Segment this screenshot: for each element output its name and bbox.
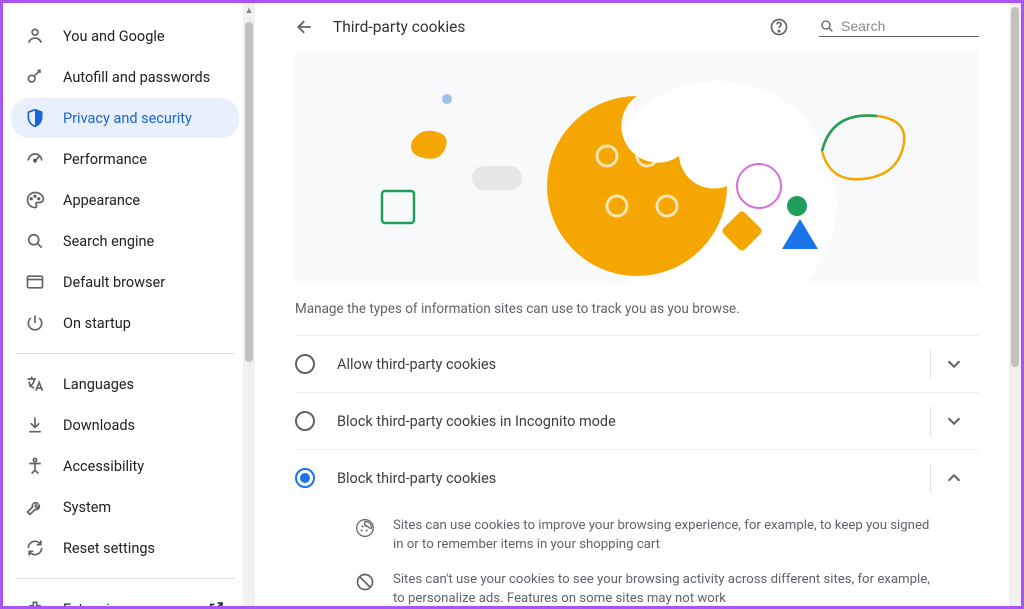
header: Third-party cookies: [295, 3, 979, 51]
sidebar-item-label: Search engine: [63, 233, 154, 250]
radio-allow[interactable]: [295, 354, 315, 374]
page-title: Third-party cookies: [333, 18, 465, 36]
sidebar-item-label: You and Google: [63, 28, 165, 45]
cookie-icon: [355, 518, 375, 538]
main-scrollbar[interactable]: [1009, 3, 1021, 606]
sidebar-item-label: Extensions: [63, 601, 134, 607]
speed-icon: [25, 149, 45, 169]
detail-item: Sites can use cookies to improve your br…: [355, 516, 939, 554]
sidebar-item-accessibility[interactable]: Accessibility: [11, 446, 239, 486]
sidebar-item-label: Downloads: [63, 417, 135, 434]
refresh-icon: [25, 538, 45, 558]
browser-icon: [25, 272, 45, 292]
back-button[interactable]: [295, 17, 315, 37]
sidebar-item-default-browser[interactable]: Default browser: [11, 262, 239, 302]
expand-button[interactable]: [943, 410, 965, 432]
detail-text: Sites can use cookies to improve your br…: [393, 516, 939, 554]
sidebar-item-system[interactable]: System: [11, 487, 239, 527]
sidebar-item-languages[interactable]: Languages: [11, 364, 239, 404]
power-icon: [25, 313, 45, 333]
sidebar-item-label: Default browser: [63, 274, 165, 291]
radio-block-all[interactable]: [295, 468, 315, 488]
sidebar-item-you-and-google[interactable]: You and Google: [11, 16, 239, 56]
search-input[interactable]: [841, 18, 979, 34]
expand-button[interactable]: [943, 353, 965, 375]
sidebar-item-label: Autofill and passwords: [63, 69, 210, 86]
detail-text: Sites can't use your cookies to see your…: [393, 570, 939, 606]
sidebar-divider: [15, 353, 235, 354]
sidebar-item-extensions[interactable]: Extensions: [11, 589, 239, 606]
open-link-icon: [207, 600, 225, 606]
sidebar-item-downloads[interactable]: Downloads: [11, 405, 239, 445]
option-label: Block third-party cookies in Incognito m…: [337, 413, 922, 430]
sidebar-item-reset[interactable]: Reset settings: [11, 528, 239, 568]
search-icon: [25, 231, 45, 251]
sidebar-item-label: Privacy and security: [63, 110, 192, 127]
sidebar-item-search-engine[interactable]: Search engine: [11, 221, 239, 261]
accessibility-icon: [25, 456, 45, 476]
sidebar-item-label: Performance: [63, 151, 147, 168]
sidebar-item-label: Reset settings: [63, 540, 155, 557]
wrench-icon: [25, 497, 45, 517]
radio-incognito[interactable]: [295, 411, 315, 431]
detail-item: Sites can't use your cookies to see your…: [355, 570, 939, 606]
option-block-incognito[interactable]: Block third-party cookies in Incognito m…: [295, 392, 979, 449]
option-label: Allow third-party cookies: [337, 356, 922, 373]
sidebar-item-on-startup[interactable]: On startup: [11, 303, 239, 343]
person-icon: [25, 26, 45, 46]
detail-list: Sites can use cookies to improve your br…: [295, 506, 979, 606]
sidebar-item-autofill[interactable]: Autofill and passwords: [11, 57, 239, 97]
key-icon: [25, 67, 45, 87]
sidebar-item-label: System: [63, 499, 111, 516]
block-icon: [355, 572, 375, 592]
option-block-all[interactable]: Block third-party cookies: [295, 449, 979, 506]
sidebar: You and Google Autofill and passwords Pr…: [3, 3, 243, 606]
hero-illustration: [295, 51, 979, 283]
help-button[interactable]: [769, 17, 789, 37]
palette-icon: [25, 190, 45, 210]
sidebar-divider: [15, 578, 235, 579]
sidebar-scrollbar[interactable]: ▲: [243, 3, 255, 606]
sidebar-item-performance[interactable]: Performance: [11, 139, 239, 179]
option-allow[interactable]: Allow third-party cookies: [295, 335, 979, 392]
collapse-button[interactable]: [943, 467, 965, 489]
download-icon: [25, 415, 45, 435]
sidebar-item-label: Appearance: [63, 192, 140, 209]
sidebar-item-label: Accessibility: [63, 458, 144, 475]
translate-icon: [25, 374, 45, 394]
main-content: Third-party cookies: [255, 3, 1009, 606]
search-wrap[interactable]: [819, 18, 979, 37]
search-icon: [819, 18, 835, 34]
sidebar-item-appearance[interactable]: Appearance: [11, 180, 239, 220]
sidebar-item-label: Languages: [63, 376, 134, 393]
option-label: Block third-party cookies: [337, 470, 922, 487]
intro-text: Manage the types of information sites ca…: [295, 301, 979, 317]
shield-icon: [25, 108, 45, 128]
extension-icon: [25, 599, 45, 606]
sidebar-item-privacy[interactable]: Privacy and security: [11, 98, 239, 138]
sidebar-item-label: On startup: [63, 315, 131, 332]
